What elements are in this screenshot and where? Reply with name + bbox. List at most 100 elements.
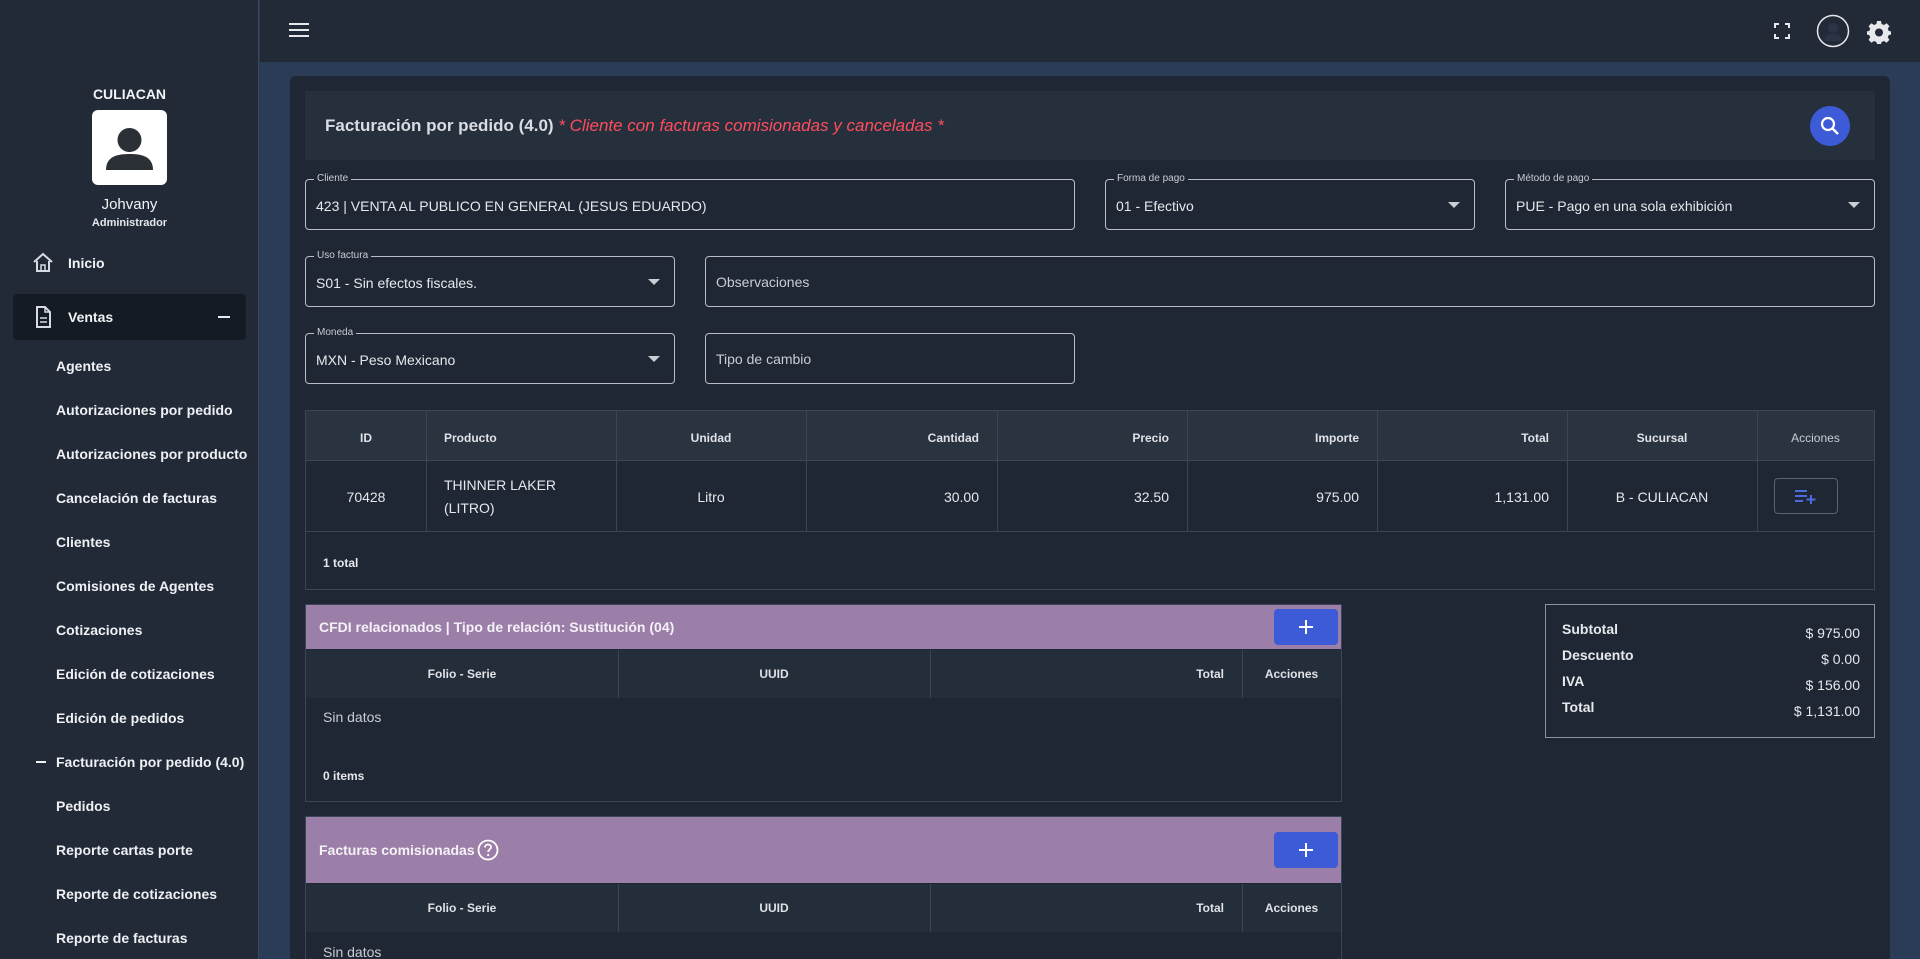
- search-button[interactable]: [1810, 106, 1850, 146]
- avatar[interactable]: [92, 110, 167, 185]
- nav-inicio[interactable]: Inicio: [13, 240, 246, 286]
- col-producto: Producto: [444, 431, 497, 445]
- nav-ventas[interactable]: Ventas: [13, 294, 246, 340]
- user-role: Administrador: [91, 217, 168, 229]
- collapse-icon[interactable]: [218, 316, 230, 318]
- moneda-label: Moneda: [314, 327, 357, 338]
- descuento-label: Descuento: [1562, 647, 1634, 663]
- row-unidad: Litro: [697, 489, 725, 505]
- cliente-value: 423 | VENTA AL PUBLICO EN GENERAL (JESUS…: [316, 198, 707, 214]
- sidebar-item-autorizaciones-pedido[interactable]: Autorizaciones por pedido: [56, 400, 233, 420]
- sidebar-item-clientes[interactable]: Clientes: [56, 532, 110, 552]
- document-icon: [36, 306, 51, 328]
- cfdi-title: CFDI relacionados | Tipo de relación: Su…: [319, 619, 675, 635]
- tipo-cambio-input[interactable]: Tipo de cambio: [705, 333, 1075, 384]
- forma-pago-select[interactable]: Forma de pago 01 - Efectivo: [1105, 173, 1475, 230]
- help-icon[interactable]: [477, 839, 499, 861]
- branch-name: CULIACAN: [92, 86, 167, 102]
- comisionadas-panel: Facturas comisionadas Folio - Serie UUID…: [305, 816, 1342, 959]
- sidebar-item-autorizaciones-producto[interactable]: Autorizaciones por producto: [56, 444, 247, 464]
- sidebar: CULIACAN Johvany Administrador Inicio Ve…: [0, 0, 259, 959]
- playlist-add-icon: [1795, 490, 1816, 504]
- row-producto-line1: THINNER LAKER: [444, 477, 557, 493]
- comisionadas-col-uuid: UUID: [759, 901, 789, 915]
- comisionadas-header: Facturas comisionadas: [306, 817, 1341, 883]
- comisionadas-col-total: Total: [1196, 901, 1224, 915]
- cfdi-count: 0 items: [323, 769, 365, 783]
- active-indicator-icon: [36, 761, 46, 763]
- total-value: $ 1,131.00: [1793, 703, 1860, 719]
- plus-icon: [1299, 620, 1313, 634]
- sidebar-item-reporte-facturas[interactable]: Reporte de facturas: [56, 928, 187, 948]
- sidebar-item-agentes[interactable]: Agentes: [56, 356, 111, 376]
- dropdown-arrow-icon: [648, 279, 660, 285]
- add-comisionada-button[interactable]: [1274, 832, 1338, 868]
- uso-factura-value: S01 - Sin efectos fiscales.: [316, 275, 478, 291]
- cliente-field[interactable]: Cliente 423 | VENTA AL PUBLICO EN GENERA…: [305, 173, 1075, 230]
- col-id: ID: [360, 431, 372, 445]
- comisionadas-col-acciones: Acciones: [1264, 901, 1319, 915]
- sidebar-item-reporte-cartas-porte[interactable]: Reporte cartas porte: [56, 840, 193, 860]
- cfdi-col-folio: Folio - Serie: [427, 667, 497, 681]
- descuento-value: $ 0.00: [1821, 651, 1860, 667]
- row-id: 70428: [346, 489, 386, 505]
- col-cantidad: Cantidad: [927, 431, 979, 445]
- sidebar-item-comisiones-agentes[interactable]: Comisiones de Agentes: [56, 576, 214, 596]
- cfdi-columns: Folio - Serie UUID Total Acciones: [306, 650, 1341, 698]
- cfdi-col-acciones: Acciones: [1264, 667, 1319, 681]
- gear-icon[interactable]: [1867, 20, 1891, 44]
- metodo-pago-label: Método de pago: [1514, 173, 1593, 184]
- tipo-cambio-placeholder: Tipo de cambio: [716, 351, 812, 367]
- comisionadas-col-folio: Folio - Serie: [427, 901, 497, 915]
- comisionadas-empty: Sin datos: [323, 944, 382, 959]
- home-icon: [33, 252, 53, 272]
- row-sucursal: B - CULIACAN: [1615, 489, 1709, 505]
- forma-pago-label: Forma de pago: [1114, 173, 1188, 184]
- sidebar-item-reporte-cotizaciones[interactable]: Reporte de cotizaciones: [56, 884, 217, 904]
- cfdi-panel: CFDI relacionados | Tipo de relación: Su…: [305, 604, 1342, 802]
- observaciones-input[interactable]: Observaciones: [705, 256, 1875, 307]
- cfdi-header: CFDI relacionados | Tipo de relación: Su…: [306, 605, 1341, 649]
- uso-factura-label: Uso factura: [314, 250, 372, 261]
- iva-label: IVA: [1562, 673, 1585, 689]
- search-icon: [1820, 116, 1839, 135]
- uso-factura-select[interactable]: Uso factura S01 - Sin efectos fiscales.: [305, 250, 675, 307]
- cfdi-col-total: Total: [1196, 667, 1224, 681]
- menu-icon[interactable]: [289, 21, 311, 39]
- topbar: [260, 0, 1920, 62]
- sidebar-item-cancelacion-facturas[interactable]: Cancelación de facturas: [56, 488, 217, 508]
- comisionadas-columns: Folio - Serie UUID Total Acciones: [306, 884, 1341, 932]
- sidebar-item-pedidos[interactable]: Pedidos: [56, 796, 110, 816]
- subtotal-value: $ 975.00: [1805, 625, 1861, 641]
- products-table: ID Producto Unidad Cantidad Precio Impor…: [305, 410, 1875, 590]
- moneda-value: MXN - Peso Mexicano: [316, 352, 456, 368]
- moneda-select[interactable]: Moneda MXN - Peso Mexicano: [305, 327, 675, 384]
- forma-pago-value: 01 - Efectivo: [1116, 198, 1194, 214]
- page-title-text: Facturación por pedido (4.0): [325, 116, 554, 135]
- col-precio: Precio: [1132, 431, 1169, 445]
- sidebar-item-facturacion-pedido[interactable]: Facturación por pedido (4.0): [56, 752, 244, 772]
- plus-icon: [1299, 843, 1313, 857]
- col-total: Total: [1521, 431, 1549, 445]
- cfdi-empty: Sin datos: [323, 709, 382, 725]
- account-icon[interactable]: [1816, 14, 1850, 48]
- cfdi-col-uuid: UUID: [759, 667, 789, 681]
- nav-inicio-label: Inicio: [68, 255, 105, 271]
- add-to-list-button[interactable]: [1774, 478, 1838, 514]
- add-cfdi-button[interactable]: [1274, 609, 1338, 645]
- comisionadas-title: Facturas comisionadas: [319, 842, 475, 858]
- metodo-pago-value: PUE - Pago en una sola exhibición: [1516, 198, 1733, 214]
- sidebar-item-cotizaciones[interactable]: Cotizaciones: [56, 620, 142, 640]
- metodo-pago-select[interactable]: Método de pago PUE - Pago en una sola ex…: [1505, 173, 1875, 230]
- subtotal-label: Subtotal: [1562, 621, 1618, 637]
- user-avatar-icon: [106, 128, 153, 170]
- sidebar-item-edicion-pedidos[interactable]: Edición de pedidos: [56, 708, 184, 728]
- row-producto-line2: (LITRO): [444, 500, 495, 516]
- dropdown-arrow-icon: [1448, 202, 1460, 208]
- fullscreen-icon[interactable]: [1774, 23, 1790, 39]
- col-acciones: Acciones: [1791, 431, 1840, 445]
- sidebar-item-edicion-cotizaciones[interactable]: Edición de cotizaciones: [56, 664, 215, 684]
- row-precio: 32.50: [1133, 489, 1169, 505]
- page-title: Facturación por pedido (4.0) * Cliente c…: [325, 116, 944, 136]
- total-label: Total: [1562, 699, 1595, 715]
